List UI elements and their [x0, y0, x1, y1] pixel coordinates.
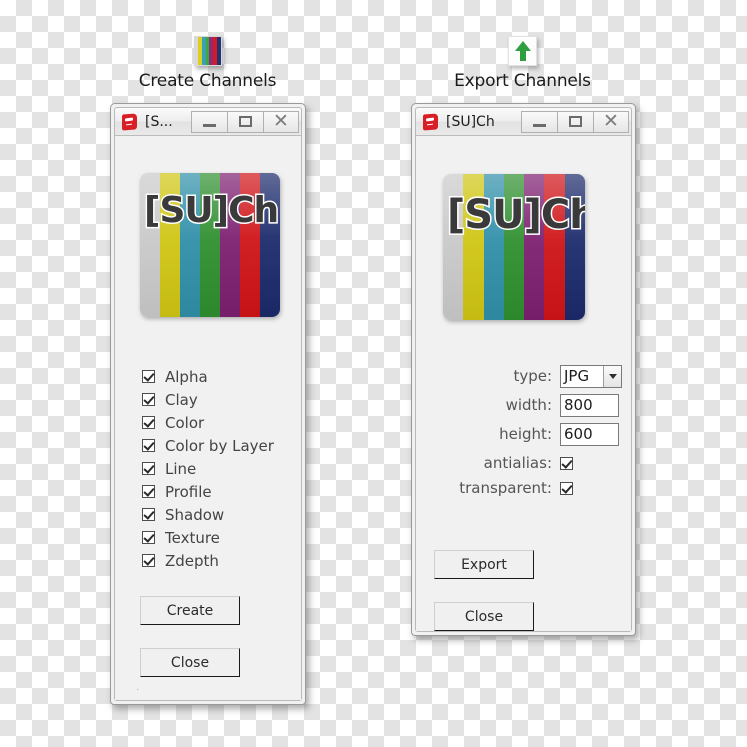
export-channels-caption: Export Channels	[454, 71, 591, 91]
export-window-title: [SU]Ch	[446, 113, 495, 130]
sketchup-icon-mark	[426, 117, 434, 121]
maximize-icon	[239, 116, 252, 127]
export-channels-icon-wrap	[440, 32, 605, 66]
checkbox-shadow[interactable]	[142, 508, 155, 521]
minimize-button[interactable]	[521, 110, 557, 133]
arrow-stem-shape	[519, 50, 526, 61]
export-window-titlebar[interactable]: [SU]Ch ✕	[416, 108, 631, 136]
sketchup-icon-body	[122, 112, 137, 131]
checkbox-texture[interactable]	[142, 531, 155, 544]
sketchup-icon-mark	[125, 117, 133, 121]
export-banner-image: [SU]Ch	[443, 174, 585, 320]
width-label: width:	[505, 396, 552, 414]
height-row: height: 600	[434, 422, 619, 446]
create-window-titlebar[interactable]: [S... ✕	[115, 108, 301, 136]
checkbox-row-line[interactable]: Line	[142, 457, 274, 480]
width-input[interactable]: 800	[560, 393, 619, 417]
checkbox-row-shadow[interactable]: Shadow	[142, 503, 274, 526]
sketchup-icon	[421, 112, 441, 132]
checkbox-antialias[interactable]	[560, 456, 573, 470]
checkbox-label-color: Color	[165, 413, 205, 432]
create-channels-icon-wrap	[125, 32, 290, 66]
close-icon: ✕	[273, 110, 289, 132]
create-channels-header: Create Channels	[125, 32, 290, 91]
width-row: width: 800	[434, 393, 619, 417]
checkbox-profile[interactable]	[142, 485, 155, 498]
checkbox-label-line: Line	[165, 459, 197, 478]
maximize-button[interactable]	[227, 110, 263, 133]
minimize-button[interactable]	[191, 110, 227, 133]
create-window-body: [SU]Ch Alpha Clay Color Color by Layer L…	[115, 136, 301, 700]
export-window-inner: [SU]Ch ✕ [SU]Ch type: JPG width: 800 hei…	[415, 107, 632, 632]
export-window-body: [SU]Ch type: JPG width: 800 height: 600	[416, 136, 631, 631]
checkbox-row-clay[interactable]: Clay	[142, 388, 274, 411]
maximize-button[interactable]	[557, 110, 593, 133]
create-button[interactable]: Create	[140, 596, 240, 625]
type-row: type: JPG	[434, 364, 622, 388]
checkbox-color-by-layer[interactable]	[142, 439, 155, 452]
maximize-icon	[569, 116, 582, 127]
checkbox-row-color[interactable]: Color	[142, 411, 274, 434]
export-window-controls: ✕	[521, 110, 629, 133]
chevron-down-icon[interactable]	[603, 365, 621, 387]
type-select-value: JPG	[564, 367, 590, 385]
checkbox-clay[interactable]	[142, 393, 155, 406]
checkbox-label-color-by-layer: Color by Layer	[165, 436, 274, 455]
export-button[interactable]: Export	[434, 550, 534, 579]
checkbox-label-texture: Texture	[165, 528, 220, 547]
close-icon: ✕	[603, 110, 619, 132]
export-channels-header: Export Channels	[440, 32, 605, 91]
checkbox-zdepth[interactable]	[142, 554, 155, 567]
antialias-label: antialias:	[483, 454, 552, 472]
resize-grip-dot: .	[136, 680, 140, 693]
type-label: type:	[513, 367, 552, 385]
create-channels-window: [S... ✕ [SU]Ch Alpha Clay Color Color by…	[110, 103, 306, 705]
type-select[interactable]: JPG	[560, 364, 622, 388]
height-label: height:	[499, 425, 552, 443]
create-banner-text: [SU]Ch	[142, 189, 280, 233]
close-button[interactable]: ✕	[593, 110, 629, 133]
sketchup-icon-body	[423, 112, 438, 131]
transparent-label: transparent:	[459, 479, 552, 497]
export-channels-window: [SU]Ch ✕ [SU]Ch type: JPG width: 800 hei…	[411, 103, 636, 636]
create-banner-image: [SU]Ch	[140, 173, 280, 317]
checkbox-alpha[interactable]	[142, 370, 155, 383]
checkbox-row-color-by-layer[interactable]: Color by Layer	[142, 434, 274, 457]
channel-checkbox-list: Alpha Clay Color Color by Layer Line Pro…	[142, 365, 274, 572]
height-input[interactable]: 600	[560, 422, 619, 446]
checkbox-row-zdepth[interactable]: Zdepth	[142, 549, 274, 572]
green-up-arrow-icon	[508, 36, 537, 66]
checkbox-row-alpha[interactable]: Alpha	[142, 365, 274, 388]
create-channels-caption: Create Channels	[138, 71, 277, 91]
export-banner-text: [SU]Ch	[446, 190, 585, 239]
minimize-icon	[533, 123, 546, 127]
checkbox-row-texture[interactable]: Texture	[142, 526, 274, 549]
transparent-row: transparent:	[434, 476, 573, 500]
checkbox-row-profile[interactable]: Profile	[142, 480, 274, 503]
checkbox-label-shadow: Shadow	[165, 505, 225, 524]
antialias-row: antialias:	[434, 451, 573, 475]
export-window-close-button[interactable]: Close	[434, 602, 534, 631]
checkbox-line[interactable]	[142, 462, 155, 475]
checkbox-label-alpha: Alpha	[165, 367, 208, 386]
checkbox-label-profile: Profile	[165, 482, 212, 501]
create-window-close-button[interactable]: Close	[140, 648, 240, 677]
color-stripes-icon	[193, 36, 222, 66]
create-window-inner: [S... ✕ [SU]Ch Alpha Clay Color Color by…	[114, 107, 302, 701]
sketchup-icon	[120, 112, 140, 132]
close-button[interactable]: ✕	[263, 110, 299, 133]
checkbox-color[interactable]	[142, 416, 155, 429]
checkbox-label-zdepth: Zdepth	[165, 551, 219, 570]
minimize-icon	[203, 123, 216, 127]
checkbox-label-clay: Clay	[165, 390, 198, 409]
create-window-controls: ✕	[191, 110, 299, 133]
create-window-title: [S...	[145, 113, 173, 130]
checkbox-transparent[interactable]	[560, 481, 573, 495]
